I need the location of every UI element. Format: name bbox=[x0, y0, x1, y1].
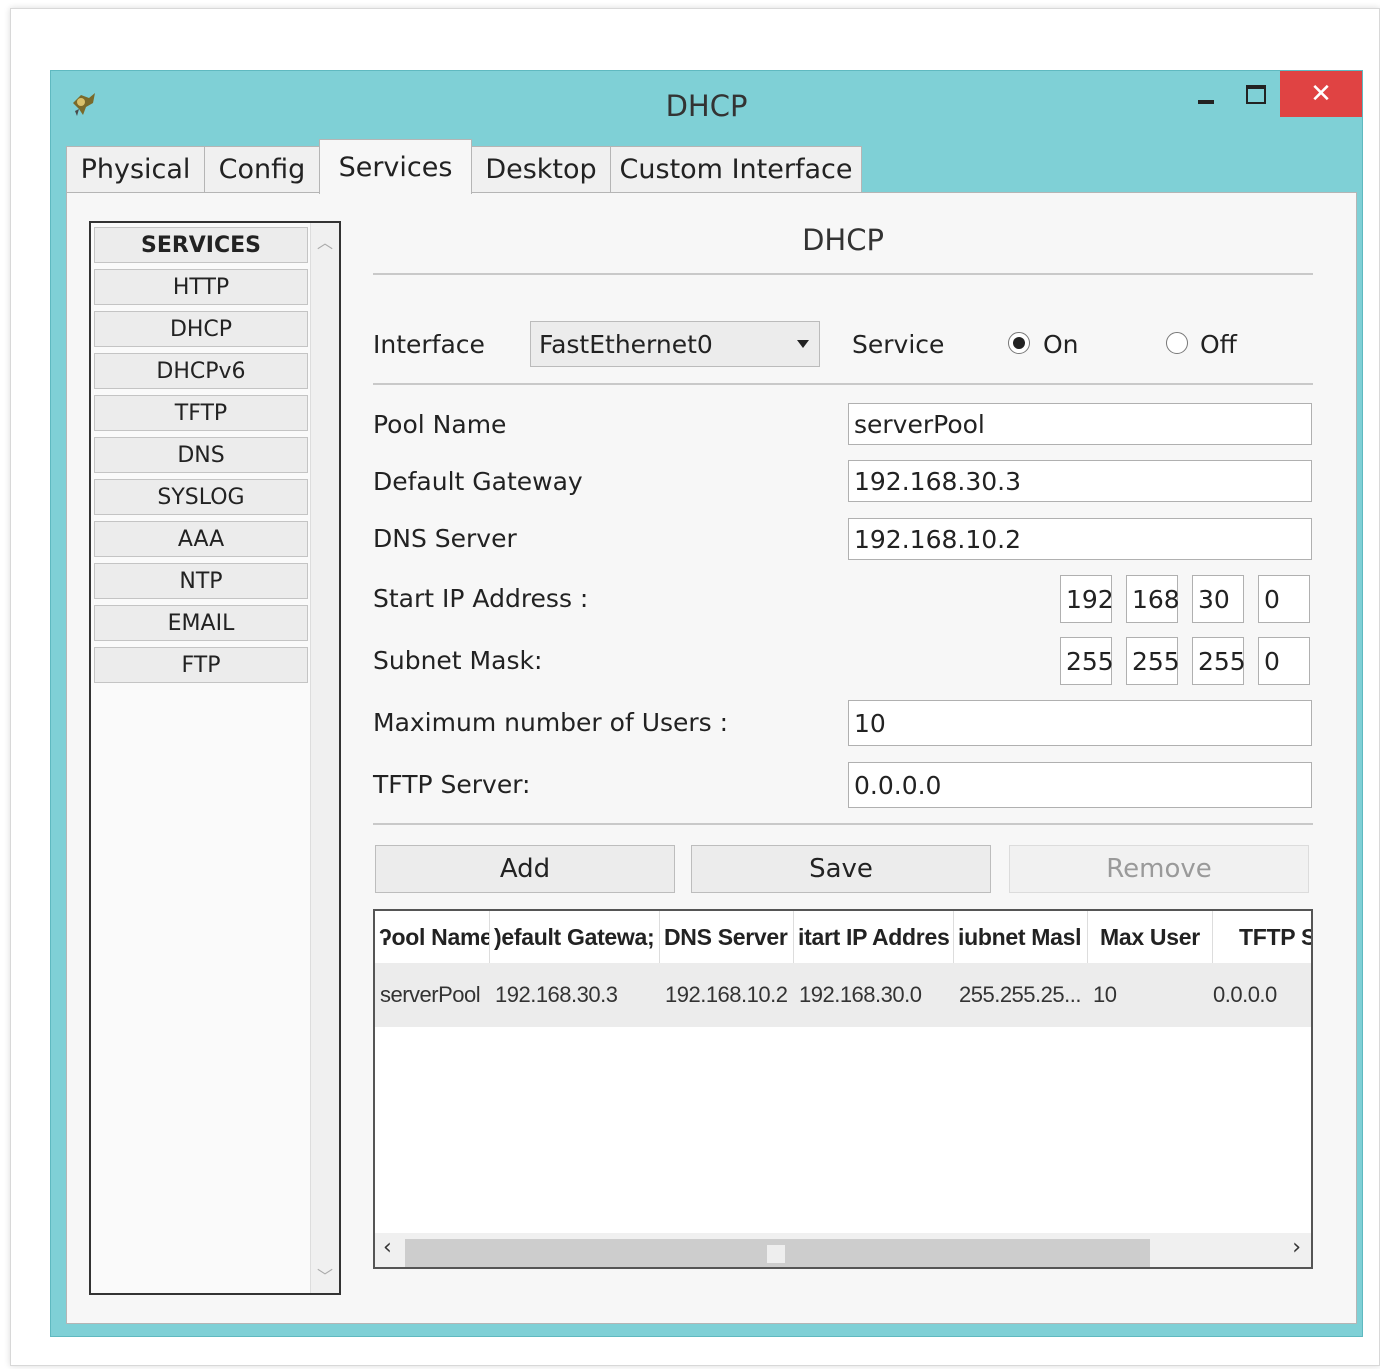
table-cell: 255.255.25... bbox=[959, 982, 1081, 1007]
services-content: SERVICES HTTP DHCP DHCPv6 TFTP DNS SYSLO… bbox=[66, 192, 1357, 1324]
minimize-icon bbox=[1198, 100, 1214, 104]
dhcp-window: DHCP ✕ Physical Config Services Desktop … bbox=[50, 70, 1363, 1337]
column-header[interactable]: TFTP S bbox=[1213, 911, 1311, 963]
tab-services[interactable]: Services bbox=[319, 139, 472, 194]
service-off-radio[interactable] bbox=[1166, 332, 1188, 354]
column-header[interactable]: iubnet Masl bbox=[954, 911, 1088, 963]
column-header[interactable]: ʔool Name bbox=[375, 911, 490, 963]
interface-label: Interface bbox=[373, 330, 485, 359]
start-ip-octet-4[interactable]: 0 bbox=[1258, 575, 1310, 623]
subnet-mask-label: Subnet Mask: bbox=[373, 646, 543, 675]
tab-config[interactable]: Config bbox=[204, 146, 320, 192]
close-button[interactable]: ✕ bbox=[1280, 71, 1362, 117]
start-ip-label: Start IP Address : bbox=[373, 584, 589, 613]
pool-name-label: Pool Name bbox=[373, 410, 507, 439]
table-cell: 0.0.0.0 bbox=[1213, 982, 1277, 1007]
service-off-label: Off bbox=[1200, 330, 1237, 359]
scroll-right-icon[interactable]: › bbox=[1292, 1235, 1301, 1260]
default-gateway-label: Default Gateway bbox=[373, 467, 583, 496]
start-ip-octet-3[interactable]: 30 bbox=[1192, 575, 1244, 623]
table-horizontal-scrollbar[interactable]: ‹ › bbox=[375, 1233, 1311, 1267]
start-ip-octet-1[interactable]: 192 bbox=[1060, 575, 1114, 623]
table-cell: 192.168.30.3 bbox=[495, 982, 618, 1007]
service-label: Service bbox=[852, 330, 945, 359]
dns-server-field[interactable]: 192.168.10.2 bbox=[848, 518, 1312, 560]
column-header[interactable]: Max User bbox=[1088, 911, 1213, 963]
tab-custom-interface[interactable]: Custom Interface bbox=[610, 146, 862, 192]
remove-button[interactable]: Remove bbox=[1009, 845, 1309, 893]
table-row[interactable]: serverPool 192.168.30.3 192.168.10.2 192… bbox=[375, 963, 1311, 1027]
table-cell: serverPool bbox=[380, 982, 481, 1007]
scroll-left-icon[interactable]: ‹ bbox=[383, 1235, 392, 1260]
dhcp-form: DHCP Interface FastEthernet0 Service On … bbox=[67, 193, 1356, 1323]
tab-desktop[interactable]: Desktop bbox=[471, 146, 611, 192]
table-header: ʔool Name )efault Gatewa; DNS Server ita… bbox=[375, 911, 1311, 964]
tab-bar: Physical Config Services Desktop Custom … bbox=[66, 139, 1357, 194]
table-cell: 10 bbox=[1093, 982, 1117, 1007]
service-on-radio[interactable] bbox=[1008, 332, 1030, 354]
interface-value: FastEthernet0 bbox=[539, 329, 713, 359]
tftp-server-label: TFTP Server: bbox=[373, 770, 531, 799]
service-on-label: On bbox=[1043, 330, 1079, 359]
subnet-mask-octet-4[interactable]: 0 bbox=[1258, 637, 1310, 685]
table-cell: 192.168.30.0 bbox=[799, 982, 922, 1007]
subnet-mask-octet-2[interactable]: 255 bbox=[1126, 637, 1180, 685]
maximize-icon bbox=[1246, 84, 1266, 104]
max-users-field[interactable]: 10 bbox=[848, 700, 1312, 746]
maximize-button[interactable] bbox=[1231, 71, 1281, 117]
column-header[interactable]: )efault Gatewa; bbox=[490, 911, 660, 963]
window-title: DHCP bbox=[665, 89, 748, 123]
add-button[interactable]: Add bbox=[375, 845, 675, 893]
dns-server-label: DNS Server bbox=[373, 524, 517, 553]
interface-select[interactable]: FastEthernet0 bbox=[530, 321, 820, 367]
start-ip-octet-2[interactable]: 168 bbox=[1126, 575, 1180, 623]
divider bbox=[373, 273, 1313, 275]
dropdown-arrow-icon bbox=[797, 340, 809, 348]
column-header[interactable]: itart IP Addres bbox=[794, 911, 954, 963]
pool-name-field[interactable]: serverPool bbox=[848, 403, 1312, 445]
tab-physical[interactable]: Physical bbox=[66, 146, 205, 192]
subnet-mask-octet-3[interactable]: 255 bbox=[1192, 637, 1246, 685]
save-button[interactable]: Save bbox=[691, 845, 991, 893]
default-gateway-field[interactable]: 192.168.30.3 bbox=[848, 460, 1312, 502]
pool-table: ʔool Name )efault Gatewa; DNS Server ita… bbox=[373, 909, 1313, 1269]
column-header[interactable]: DNS Server bbox=[660, 911, 794, 963]
title-bar: DHCP ✕ bbox=[51, 71, 1362, 139]
divider bbox=[373, 823, 1313, 825]
close-icon: ✕ bbox=[1310, 79, 1332, 109]
minimize-button[interactable] bbox=[1181, 71, 1231, 117]
section-title: DHCP bbox=[802, 223, 884, 257]
max-users-label: Maximum number of Users : bbox=[373, 708, 729, 737]
subnet-mask-octet-1[interactable]: 255 bbox=[1060, 637, 1114, 685]
divider bbox=[373, 383, 1313, 385]
tftp-server-field[interactable]: 0.0.0.0 bbox=[848, 762, 1312, 808]
table-cell: 192.168.10.2 bbox=[665, 982, 788, 1007]
scroll-thumb[interactable] bbox=[767, 1245, 785, 1263]
